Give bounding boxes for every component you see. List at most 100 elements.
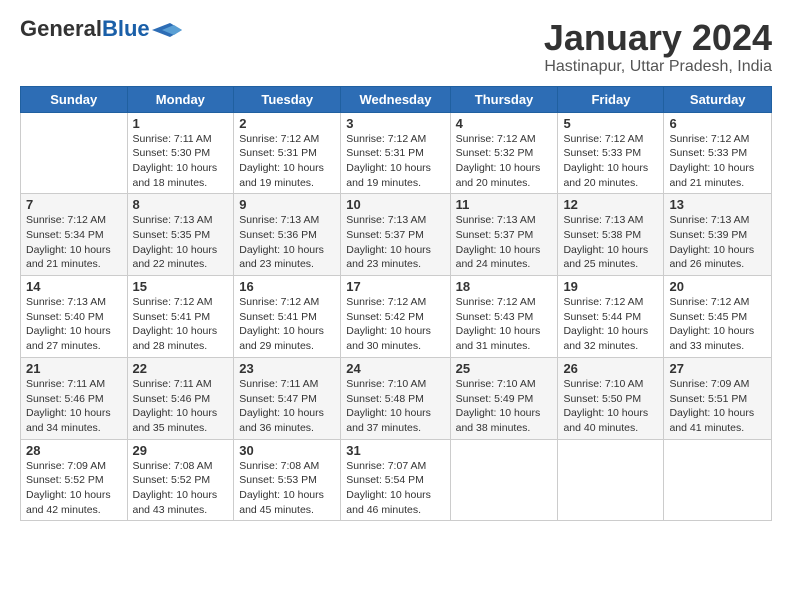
day-info: Sunrise: 7:12 AMSunset: 5:34 PMDaylight:… (26, 213, 122, 272)
day-info: Sunrise: 7:11 AMSunset: 5:46 PMDaylight:… (133, 377, 229, 436)
day-number: 30 (239, 443, 335, 458)
day-number: 15 (133, 279, 229, 294)
day-cell: 21Sunrise: 7:11 AMSunset: 5:46 PMDayligh… (21, 357, 128, 439)
weekday-header-tuesday: Tuesday (234, 86, 341, 112)
day-cell: 30Sunrise: 7:08 AMSunset: 5:53 PMDayligh… (234, 439, 341, 521)
week-row-3: 14Sunrise: 7:13 AMSunset: 5:40 PMDayligh… (21, 276, 772, 358)
day-number: 24 (346, 361, 444, 376)
day-cell: 7Sunrise: 7:12 AMSunset: 5:34 PMDaylight… (21, 194, 128, 276)
day-cell (21, 112, 128, 194)
day-info: Sunrise: 7:13 AMSunset: 5:39 PMDaylight:… (669, 213, 766, 272)
weekday-header-wednesday: Wednesday (341, 86, 450, 112)
day-info: Sunrise: 7:07 AMSunset: 5:54 PMDaylight:… (346, 459, 444, 518)
day-cell: 19Sunrise: 7:12 AMSunset: 5:44 PMDayligh… (558, 276, 664, 358)
day-cell: 31Sunrise: 7:07 AMSunset: 5:54 PMDayligh… (341, 439, 450, 521)
day-cell: 27Sunrise: 7:09 AMSunset: 5:51 PMDayligh… (664, 357, 772, 439)
day-number: 22 (133, 361, 229, 376)
calendar-title: January 2024 (544, 18, 772, 58)
logo-general: General (20, 16, 102, 41)
day-info: Sunrise: 7:12 AMSunset: 5:32 PMDaylight:… (456, 132, 553, 191)
week-row-4: 21Sunrise: 7:11 AMSunset: 5:46 PMDayligh… (21, 357, 772, 439)
day-number: 13 (669, 197, 766, 212)
day-number: 31 (346, 443, 444, 458)
day-cell: 8Sunrise: 7:13 AMSunset: 5:35 PMDaylight… (127, 194, 234, 276)
day-number: 27 (669, 361, 766, 376)
day-number: 5 (563, 116, 658, 131)
day-number: 12 (563, 197, 658, 212)
day-number: 2 (239, 116, 335, 131)
day-number: 17 (346, 279, 444, 294)
day-number: 14 (26, 279, 122, 294)
day-info: Sunrise: 7:11 AMSunset: 5:46 PMDaylight:… (26, 377, 122, 436)
calendar-table: SundayMondayTuesdayWednesdayThursdayFrid… (20, 86, 772, 522)
day-cell: 23Sunrise: 7:11 AMSunset: 5:47 PMDayligh… (234, 357, 341, 439)
weekday-header-thursday: Thursday (450, 86, 558, 112)
day-cell (450, 439, 558, 521)
day-number: 26 (563, 361, 658, 376)
day-number: 1 (133, 116, 229, 131)
day-number: 10 (346, 197, 444, 212)
day-info: Sunrise: 7:10 AMSunset: 5:50 PMDaylight:… (563, 377, 658, 436)
day-info: Sunrise: 7:13 AMSunset: 5:37 PMDaylight:… (346, 213, 444, 272)
day-info: Sunrise: 7:13 AMSunset: 5:35 PMDaylight:… (133, 213, 229, 272)
day-cell: 12Sunrise: 7:13 AMSunset: 5:38 PMDayligh… (558, 194, 664, 276)
day-cell: 13Sunrise: 7:13 AMSunset: 5:39 PMDayligh… (664, 194, 772, 276)
day-cell: 14Sunrise: 7:13 AMSunset: 5:40 PMDayligh… (21, 276, 128, 358)
day-cell: 4Sunrise: 7:12 AMSunset: 5:32 PMDaylight… (450, 112, 558, 194)
day-cell: 3Sunrise: 7:12 AMSunset: 5:31 PMDaylight… (341, 112, 450, 194)
day-info: Sunrise: 7:12 AMSunset: 5:41 PMDaylight:… (133, 295, 229, 354)
day-info: Sunrise: 7:09 AMSunset: 5:51 PMDaylight:… (669, 377, 766, 436)
day-info: Sunrise: 7:11 AMSunset: 5:30 PMDaylight:… (133, 132, 229, 191)
day-cell: 10Sunrise: 7:13 AMSunset: 5:37 PMDayligh… (341, 194, 450, 276)
day-info: Sunrise: 7:09 AMSunset: 5:52 PMDaylight:… (26, 459, 122, 518)
day-info: Sunrise: 7:12 AMSunset: 5:42 PMDaylight:… (346, 295, 444, 354)
day-cell: 18Sunrise: 7:12 AMSunset: 5:43 PMDayligh… (450, 276, 558, 358)
day-info: Sunrise: 7:12 AMSunset: 5:45 PMDaylight:… (669, 295, 766, 354)
weekday-header-monday: Monday (127, 86, 234, 112)
logo-icon (152, 23, 182, 37)
day-number: 9 (239, 197, 335, 212)
day-number: 11 (456, 197, 553, 212)
day-number: 8 (133, 197, 229, 212)
day-number: 18 (456, 279, 553, 294)
logo-blue: Blue (102, 16, 150, 41)
title-block: January 2024 Hastinapur, Uttar Pradesh, … (544, 18, 772, 76)
day-cell: 2Sunrise: 7:12 AMSunset: 5:31 PMDaylight… (234, 112, 341, 194)
header: GeneralBlue January 2024 Hastinapur, Utt… (20, 18, 772, 76)
day-info: Sunrise: 7:13 AMSunset: 5:38 PMDaylight:… (563, 213, 658, 272)
day-info: Sunrise: 7:12 AMSunset: 5:31 PMDaylight:… (346, 132, 444, 191)
day-cell: 22Sunrise: 7:11 AMSunset: 5:46 PMDayligh… (127, 357, 234, 439)
day-cell: 17Sunrise: 7:12 AMSunset: 5:42 PMDayligh… (341, 276, 450, 358)
logo: GeneralBlue (20, 18, 182, 40)
week-row-2: 7Sunrise: 7:12 AMSunset: 5:34 PMDaylight… (21, 194, 772, 276)
day-number: 19 (563, 279, 658, 294)
day-info: Sunrise: 7:08 AMSunset: 5:53 PMDaylight:… (239, 459, 335, 518)
day-info: Sunrise: 7:08 AMSunset: 5:52 PMDaylight:… (133, 459, 229, 518)
day-number: 29 (133, 443, 229, 458)
day-number: 20 (669, 279, 766, 294)
day-info: Sunrise: 7:13 AMSunset: 5:40 PMDaylight:… (26, 295, 122, 354)
day-info: Sunrise: 7:12 AMSunset: 5:43 PMDaylight:… (456, 295, 553, 354)
day-info: Sunrise: 7:12 AMSunset: 5:33 PMDaylight:… (669, 132, 766, 191)
day-info: Sunrise: 7:12 AMSunset: 5:44 PMDaylight:… (563, 295, 658, 354)
day-number: 7 (26, 197, 122, 212)
logo-text: GeneralBlue (20, 18, 150, 40)
day-cell (558, 439, 664, 521)
day-cell: 5Sunrise: 7:12 AMSunset: 5:33 PMDaylight… (558, 112, 664, 194)
day-cell: 9Sunrise: 7:13 AMSunset: 5:36 PMDaylight… (234, 194, 341, 276)
day-number: 23 (239, 361, 335, 376)
weekday-header-row: SundayMondayTuesdayWednesdayThursdayFrid… (21, 86, 772, 112)
day-number: 28 (26, 443, 122, 458)
weekday-header-sunday: Sunday (21, 86, 128, 112)
weekday-header-friday: Friday (558, 86, 664, 112)
day-number: 16 (239, 279, 335, 294)
day-cell: 6Sunrise: 7:12 AMSunset: 5:33 PMDaylight… (664, 112, 772, 194)
weekday-header-saturday: Saturday (664, 86, 772, 112)
day-cell: 1Sunrise: 7:11 AMSunset: 5:30 PMDaylight… (127, 112, 234, 194)
day-cell: 15Sunrise: 7:12 AMSunset: 5:41 PMDayligh… (127, 276, 234, 358)
day-info: Sunrise: 7:13 AMSunset: 5:36 PMDaylight:… (239, 213, 335, 272)
day-number: 21 (26, 361, 122, 376)
day-info: Sunrise: 7:12 AMSunset: 5:31 PMDaylight:… (239, 132, 335, 191)
day-cell: 11Sunrise: 7:13 AMSunset: 5:37 PMDayligh… (450, 194, 558, 276)
day-info: Sunrise: 7:13 AMSunset: 5:37 PMDaylight:… (456, 213, 553, 272)
